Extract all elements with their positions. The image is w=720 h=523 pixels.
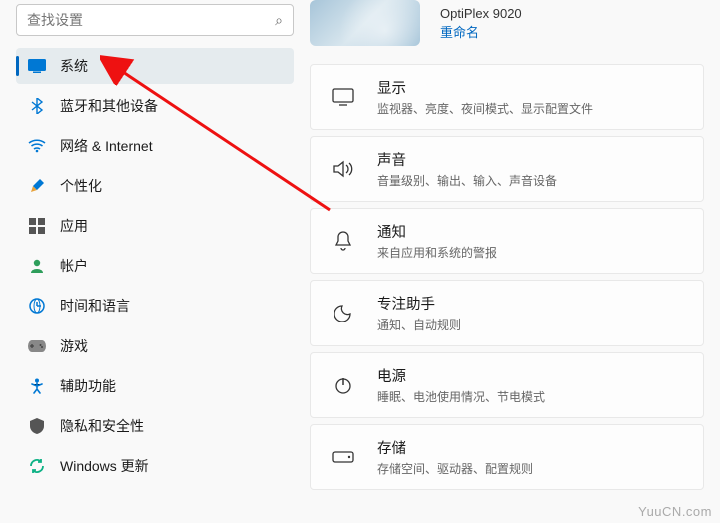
main-content: OptiPlex 9020 重命名 显示 监视器、亮度、夜间模式、显示配置文件: [310, 0, 720, 523]
sidebar-item-personalization[interactable]: 个性化: [16, 168, 294, 204]
settings-nav: 系统 蓝牙和其他设备 网络 & Internet 个性化: [16, 48, 294, 484]
sidebar-item-label: 时间和语言: [60, 296, 130, 316]
apps-icon: [28, 217, 46, 235]
sound-icon: [331, 157, 355, 181]
device-model: OptiPlex 9020: [440, 4, 522, 24]
card-subtitle: 监视器、亮度、夜间模式、显示配置文件: [377, 100, 593, 117]
gaming-icon: [28, 337, 46, 355]
update-icon: [28, 457, 46, 475]
sidebar-item-system[interactable]: 系统: [16, 48, 294, 84]
search-icon: ⌕: [275, 12, 283, 29]
card-power[interactable]: 电源 睡眠、电池使用情况、节电模式: [310, 352, 704, 418]
card-title: 显示: [377, 77, 593, 98]
card-title: 声音: [377, 149, 557, 170]
sidebar-item-time-language[interactable]: 时间和语言: [16, 288, 294, 324]
sidebar-item-label: Windows 更新: [60, 456, 149, 476]
system-cards: 显示 监视器、亮度、夜间模式、显示配置文件 声音 音量级别、输出、输入、声音设备: [310, 64, 704, 490]
system-icon: [28, 57, 46, 75]
time-language-icon: [28, 297, 46, 315]
card-subtitle: 音量级别、输出、输入、声音设备: [377, 172, 557, 189]
card-title: 电源: [377, 365, 545, 386]
sidebar-item-label: 隐私和安全性: [60, 416, 144, 436]
privacy-icon: [28, 417, 46, 435]
card-focus-assist[interactable]: 专注助手 通知、自动规则: [310, 280, 704, 346]
sidebar-item-bluetooth[interactable]: 蓝牙和其他设备: [16, 88, 294, 124]
sidebar-item-label: 游戏: [60, 336, 88, 356]
watermark: YuuCN.com: [638, 504, 712, 519]
card-title: 通知: [377, 221, 497, 242]
sidebar-item-apps[interactable]: 应用: [16, 208, 294, 244]
sidebar-item-label: 蓝牙和其他设备: [60, 96, 158, 116]
card-notifications[interactable]: 通知 来自应用和系统的警报: [310, 208, 704, 274]
device-header: OptiPlex 9020 重命名: [310, 0, 704, 46]
search-input-container[interactable]: ⌕: [16, 4, 294, 36]
notifications-icon: [331, 229, 355, 253]
personalize-icon: [28, 177, 46, 195]
card-subtitle: 存储空间、驱动器、配置规则: [377, 460, 533, 477]
device-wallpaper-thumb: [310, 0, 420, 46]
device-info: OptiPlex 9020 重命名: [440, 4, 522, 43]
sidebar-item-label: 帐户: [60, 256, 88, 276]
card-subtitle: 睡眠、电池使用情况、节电模式: [377, 388, 545, 405]
storage-icon: [331, 445, 355, 469]
account-icon: [28, 257, 46, 275]
bluetooth-icon: [28, 97, 46, 115]
sidebar-item-label: 网络 & Internet: [60, 136, 153, 156]
display-icon: [331, 85, 355, 109]
settings-sidebar: ⌕ 系统 蓝牙和其他设备 网络 & Internet: [0, 0, 310, 523]
sidebar-item-accessibility[interactable]: 辅助功能: [16, 368, 294, 404]
card-subtitle: 来自应用和系统的警报: [377, 244, 497, 261]
rename-link[interactable]: 重命名: [440, 23, 522, 43]
sidebar-item-network[interactable]: 网络 & Internet: [16, 128, 294, 164]
card-display[interactable]: 显示 监视器、亮度、夜间模式、显示配置文件: [310, 64, 704, 130]
accessibility-icon: [28, 377, 46, 395]
card-title: 存储: [377, 437, 533, 458]
card-subtitle: 通知、自动规则: [377, 316, 461, 333]
sidebar-item-label: 系统: [60, 56, 88, 76]
sidebar-item-label: 个性化: [60, 176, 102, 196]
wifi-icon: [28, 137, 46, 155]
sidebar-item-accounts[interactable]: 帐户: [16, 248, 294, 284]
sidebar-item-privacy[interactable]: 隐私和安全性: [16, 408, 294, 444]
sidebar-item-label: 应用: [60, 216, 88, 236]
search-input[interactable]: [27, 12, 275, 28]
sidebar-item-gaming[interactable]: 游戏: [16, 328, 294, 364]
sidebar-item-update[interactable]: Windows 更新: [16, 448, 294, 484]
card-title: 专注助手: [377, 293, 461, 314]
card-storage[interactable]: 存储 存储空间、驱动器、配置规则: [310, 424, 704, 490]
card-sound[interactable]: 声音 音量级别、输出、输入、声音设备: [310, 136, 704, 202]
sidebar-item-label: 辅助功能: [60, 376, 116, 396]
focus-assist-icon: [331, 301, 355, 325]
power-icon: [331, 373, 355, 397]
